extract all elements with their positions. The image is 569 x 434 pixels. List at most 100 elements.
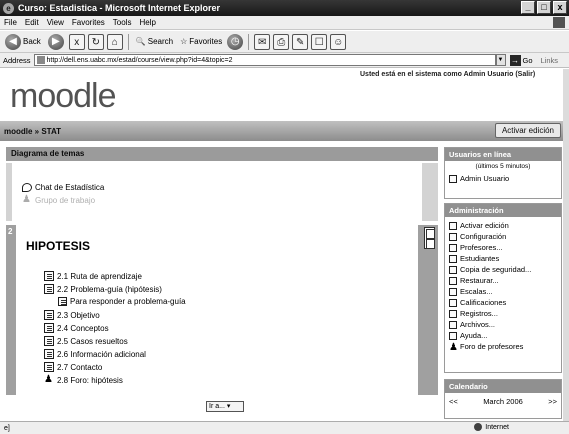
chat-icon	[22, 183, 32, 192]
print-icon[interactable]: ⎙	[273, 33, 290, 50]
admin-item-backup[interactable]: Copia de seguridad...	[445, 264, 561, 275]
topics-header: Diagrama de temas	[6, 147, 438, 161]
edit-page-icon[interactable]: ✎	[292, 33, 309, 50]
address-url: http://dell.ens.uabc.mx/estad/course/vie…	[46, 56, 233, 64]
list-item[interactable]: 2.2 Problema-guía (hipótesis)	[44, 284, 162, 294]
home-icon[interactable]: ⌂	[106, 33, 123, 50]
page-viewport: Usted está en el sistema como Admin Usua…	[0, 69, 563, 421]
menu-file[interactable]: File	[4, 18, 17, 27]
window-titlebar: e Curso: Estadistica - Microsoft Interne…	[0, 0, 569, 16]
students-icon	[449, 254, 457, 263]
forward-button[interactable]: ▶	[46, 33, 66, 51]
star-icon: ☆	[180, 37, 188, 46]
list-item[interactable]: 2.6 Información adicional	[44, 349, 146, 359]
section-title: HIPOTESIS	[26, 239, 91, 253]
window-title: Curso: Estadistica - Microsoft Internet …	[18, 3, 221, 13]
list-item[interactable]: 2.4 Conceptos	[44, 323, 109, 333]
address-dropdown-icon[interactable]: ▼	[495, 54, 506, 66]
admin-item-grades[interactable]: Calificaciones	[445, 297, 561, 308]
help-icon	[449, 331, 457, 340]
login-info[interactable]: Usted está en el sistema como Admin Usua…	[360, 71, 535, 78]
close-button[interactable]: x	[553, 1, 567, 14]
maximize-button[interactable]: □	[537, 1, 551, 14]
go-button[interactable]: → Go	[509, 54, 533, 66]
admin-item-logs[interactable]: Registros...	[445, 308, 561, 319]
list-item[interactable]: ♟ 2.8 Foro: hipótesis	[44, 375, 123, 385]
calendar-block: Calendario << March 2006 >>	[444, 379, 562, 419]
status-icon: e]	[4, 424, 10, 432]
ie-icon: e	[3, 2, 14, 14]
moodle-logo[interactable]: moodle	[10, 79, 117, 113]
history-icon[interactable]: ◷	[227, 33, 244, 50]
list-item[interactable]: 2.1 Ruta de aprendizaje	[44, 271, 142, 281]
calendar-prev-link[interactable]: <<	[449, 397, 458, 406]
course-main-column: Diagrama de temas Chat de Estadística ♟ …	[6, 147, 438, 419]
admin-item-help[interactable]: Ayuda...	[445, 330, 561, 341]
admin-item-teachers[interactable]: Profesores...	[445, 242, 561, 253]
toolbar-separator	[127, 33, 129, 50]
favorites-button[interactable]: ☆ Favorites	[178, 33, 224, 51]
address-bar: Address http://dell.ens.uabc.mx/estad/co…	[0, 53, 569, 68]
admin-item-restore[interactable]: Restaurar...	[445, 275, 561, 286]
admin-item-edit[interactable]: Activar edición	[445, 220, 561, 231]
list-item[interactable]: Para responder a problema-guía	[58, 297, 186, 306]
list-item[interactable]: 2.7 Contacto	[44, 362, 102, 372]
mail-icon[interactable]: ✉	[254, 33, 271, 50]
admin-item-scales[interactable]: Escalas...	[445, 286, 561, 297]
grades-icon	[449, 298, 457, 307]
folder-icon	[449, 320, 457, 329]
vertical-scrollbar[interactable]	[563, 69, 569, 421]
logs-icon	[449, 309, 457, 318]
minimize-button[interactable]: _	[521, 1, 535, 14]
go-arrow-icon: →	[509, 54, 521, 66]
admin-item-students[interactable]: Estudiantes	[445, 253, 561, 264]
list-item[interactable]: 2.5 Casos resueltos	[44, 336, 128, 346]
block-title: Calendario	[445, 380, 561, 393]
block-title: Usuarios en línea	[445, 148, 561, 161]
menu-edit[interactable]: Edit	[25, 18, 39, 27]
forum-icon: ♟	[44, 374, 53, 385]
calendar-next-link[interactable]: >>	[548, 397, 557, 406]
links-button[interactable]: Links	[541, 56, 559, 65]
list-item[interactable]: ♟ Grupo de trabajo	[22, 195, 95, 205]
messenger-icon[interactable]: ☺	[330, 33, 347, 50]
forum-icon: ♟	[449, 341, 458, 353]
user-icon	[449, 174, 457, 183]
back-button[interactable]: ◀ Back	[3, 33, 43, 51]
admin-item-files[interactable]: Archivos...	[445, 319, 561, 330]
doc-icon	[44, 310, 54, 320]
list-item[interactable]: Chat de Estadística	[22, 183, 104, 192]
menu-tools[interactable]: Tools	[113, 18, 132, 27]
activate-editing-button[interactable]: Activar edición	[494, 123, 561, 138]
window-controls: _ □ x	[521, 1, 567, 14]
list-item[interactable]: 2.3 Objetivo	[44, 310, 100, 320]
administration-block: Administración Activar edición Configura…	[444, 203, 562, 373]
breadcrumb[interactable]: moodle » STAT	[4, 127, 61, 136]
show-one-section-icon[interactable]	[424, 227, 435, 249]
admin-item-settings[interactable]: Configuración	[445, 231, 561, 242]
refresh-icon[interactable]: ↻	[87, 33, 104, 50]
backup-icon	[449, 265, 457, 274]
doc-icon	[44, 271, 54, 281]
section-2: 2 HIPOTESIS 2.1 Ruta de aprendizaje 2.2 …	[6, 225, 438, 395]
doc-icon	[44, 284, 54, 294]
search-button[interactable]: 🔍 Search	[134, 33, 175, 51]
block-title: Administración	[445, 204, 561, 217]
security-zone: Internet	[474, 423, 509, 431]
pencil-icon	[449, 221, 457, 230]
settings-icon	[449, 232, 457, 241]
navbar: moodle » STAT Activar edición	[0, 121, 563, 141]
doc-icon	[44, 349, 54, 359]
jump-to-select[interactable]: Ir a... ▾	[206, 401, 244, 412]
menu-view[interactable]: View	[47, 18, 64, 27]
menu-favorites[interactable]: Favorites	[72, 18, 105, 27]
stop-icon[interactable]: x	[68, 33, 85, 50]
search-icon: 🔍	[135, 37, 146, 46]
doc-icon	[44, 362, 54, 372]
menu-help[interactable]: Help	[139, 18, 155, 27]
discuss-icon[interactable]: ☐	[311, 33, 328, 50]
globe-icon	[474, 423, 483, 431]
admin-item-teacher-forum[interactable]: ♟ Foro de profesores	[445, 341, 561, 352]
address-input[interactable]: http://dell.ens.uabc.mx/estad/course/vie…	[33, 54, 496, 66]
online-user[interactable]: Admin Usuario	[445, 173, 561, 184]
